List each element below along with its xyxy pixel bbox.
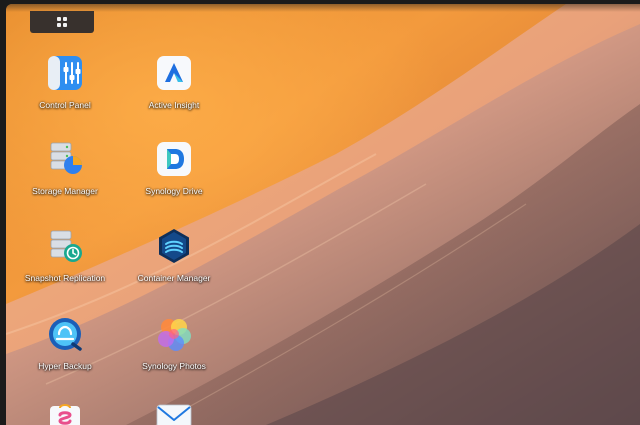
app-label: Control Panel (39, 100, 91, 110)
active-insight-icon (156, 55, 192, 91)
taskbar (6, 4, 640, 12)
app-label: Synology Drive (145, 186, 203, 196)
control-panel-icon (47, 55, 83, 91)
snapshot-replication-icon (47, 228, 83, 264)
hyper-backup-shortcut[interactable]: Hyper Backup (10, 316, 120, 371)
app-label: Snapshot Replication (24, 273, 106, 283)
desktop: Control Panel Active Insight Storage Man… (6, 4, 640, 425)
mail-shortcut[interactable] (119, 400, 229, 425)
app-label: Storage Manager (32, 186, 98, 196)
synology-photos-shortcut[interactable]: Synology Photos (119, 316, 229, 371)
package-center-icon (47, 400, 83, 425)
synology-drive-icon (156, 141, 192, 177)
storage-manager-icon (47, 141, 83, 177)
active-insight-shortcut[interactable]: Active Insight (119, 55, 229, 110)
storage-manager-shortcut[interactable]: Storage Manager (10, 141, 120, 196)
control-panel-shortcut[interactable]: Control Panel (10, 55, 120, 110)
container-manager-icon (156, 228, 192, 264)
container-manager-shortcut[interactable]: Container Manager (119, 228, 229, 283)
synology-drive-shortcut[interactable]: Synology Drive (119, 141, 229, 196)
app-label: Active Insight (148, 100, 200, 110)
mail-icon (156, 400, 192, 425)
app-label: Synology Photos (142, 361, 206, 371)
synology-photos-icon (156, 316, 192, 352)
app-label: Container Manager (137, 273, 211, 283)
package-center-shortcut[interactable] (10, 400, 120, 425)
app-label: Hyper Backup (38, 361, 92, 371)
snapshot-replication-shortcut[interactable]: Snapshot Replication (10, 228, 120, 283)
hyper-backup-icon (47, 316, 83, 352)
main-menu-button[interactable] (30, 11, 94, 33)
grid-icon (57, 17, 67, 27)
